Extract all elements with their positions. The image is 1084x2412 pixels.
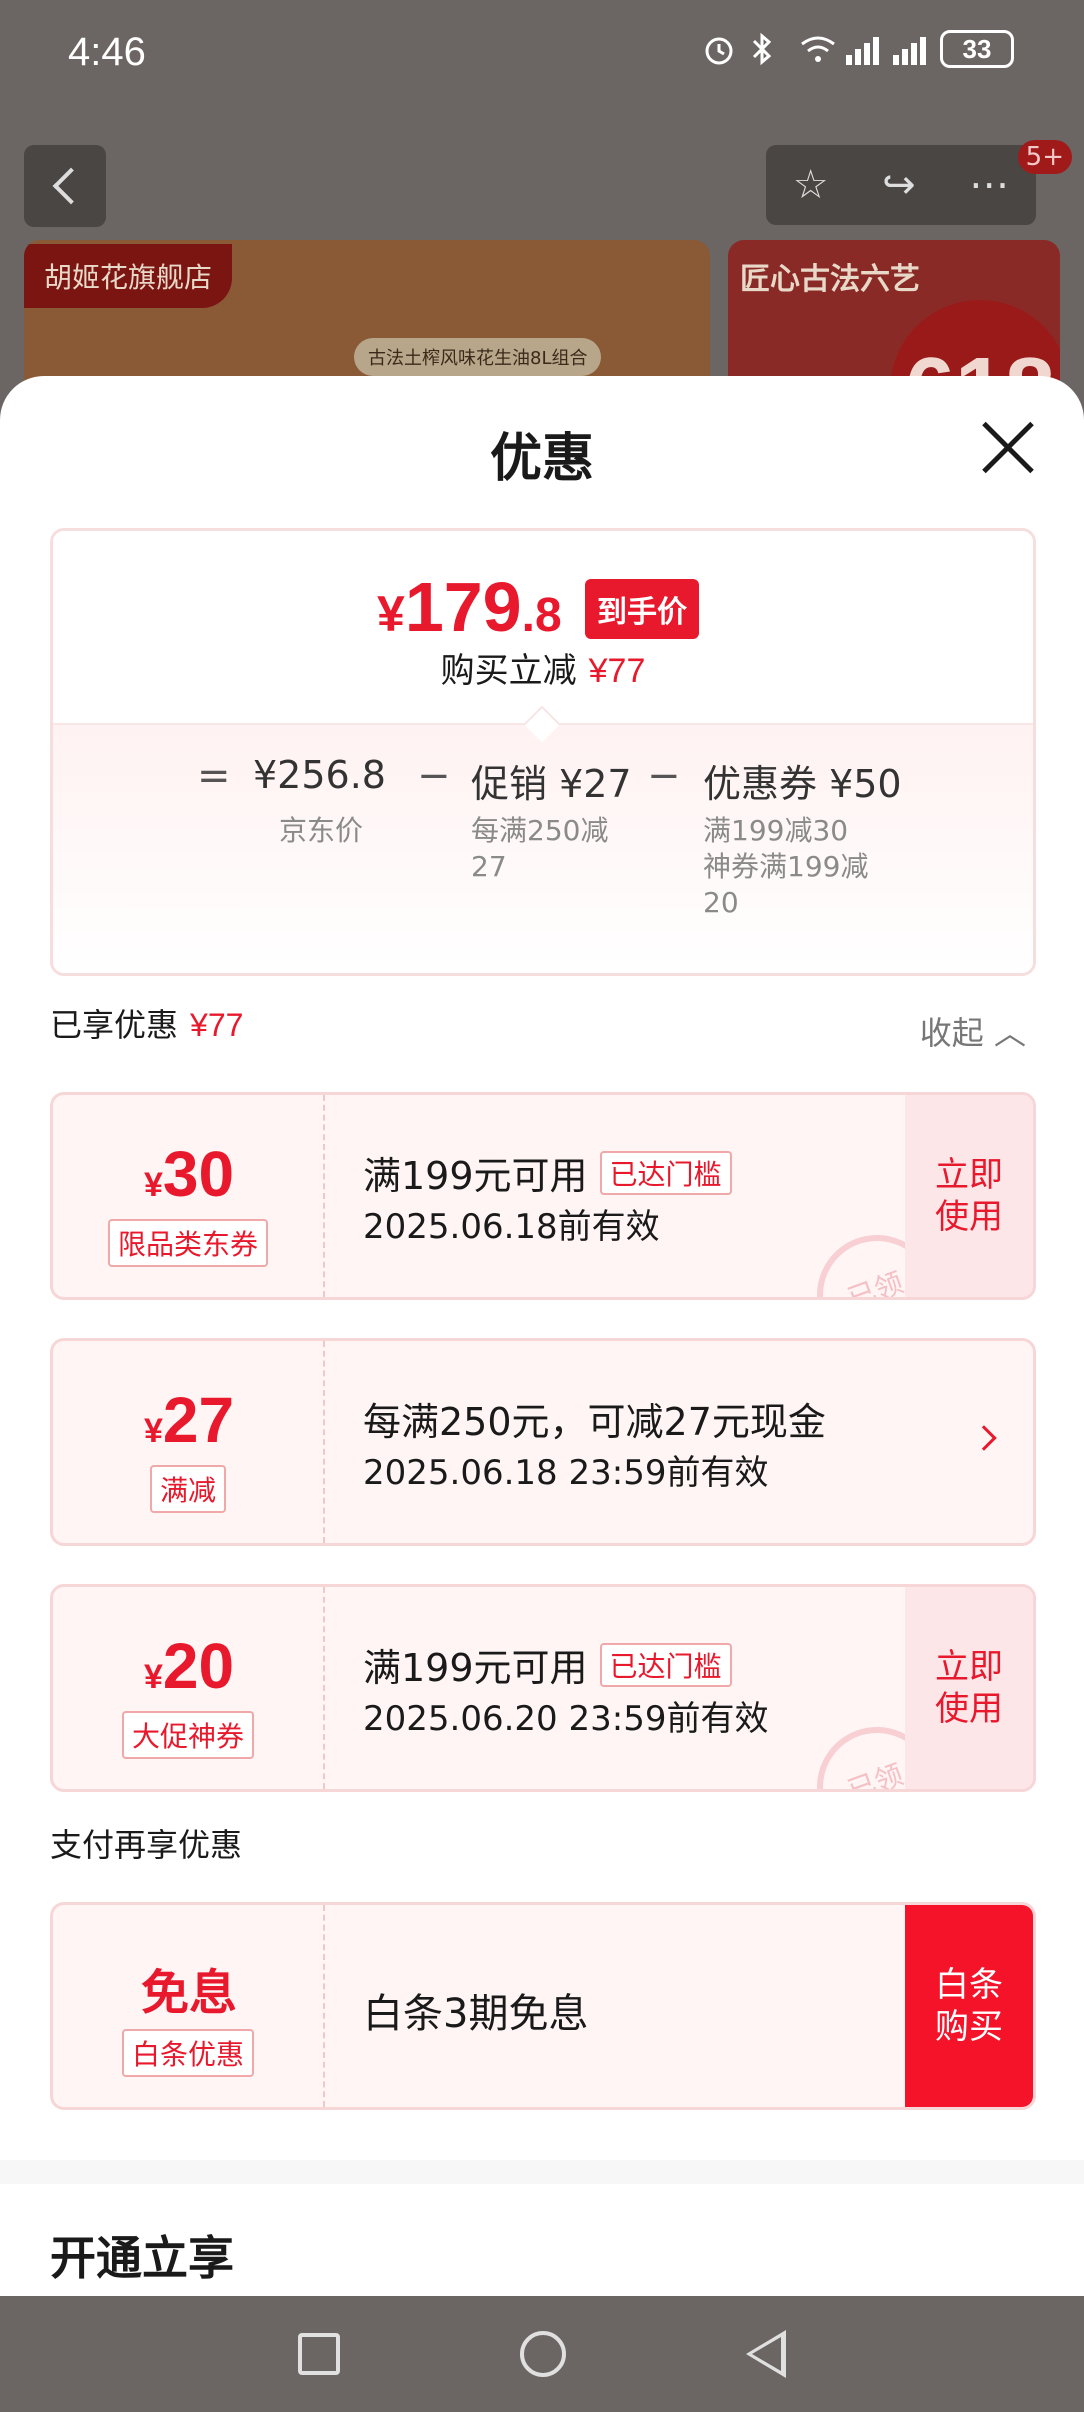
instant-discount: 购买立减 ¥77 [440, 651, 646, 691]
coupon-condition: 满199元可用 已达门槛 [363, 1637, 732, 1692]
use-now-button[interactable]: 立即 使用 [905, 1587, 1033, 1789]
more-icon[interactable]: ⋯ [969, 162, 1009, 208]
status-time: 4:46 [68, 30, 146, 74]
promo-title: 匠心古法六艺 [740, 262, 920, 297]
coupon-card[interactable]: ¥30 限品类东券 满199元可用 已达门槛 2025.06.18前有效 已领 … [50, 1092, 1036, 1300]
status-icons: 33 [702, 30, 1014, 68]
coupon-kind: 大促神券 [121, 1711, 255, 1759]
price-summary: ¥179.8 到手价 购买立减 ¥77 = ¥256.8 京东价 − 促销 ¥27… [50, 528, 1036, 976]
baitiao-buy-button[interactable]: 白条 购买 [905, 1905, 1033, 2107]
promotion-condition: 每满250元，可减27元现金 [363, 1400, 826, 1444]
coupon-left: ¥30 限品类东券 [53, 1095, 325, 1297]
baitiao-title: 免息 [140, 1967, 237, 2020]
share-icon[interactable]: ↪ [882, 162, 916, 208]
promotion-value: 促销 ¥27 [471, 762, 632, 806]
system-nav-bar [0, 2296, 1084, 2412]
baitiao-kind: 白条优惠 [121, 2029, 255, 2077]
section-divider [0, 2160, 1084, 2184]
promotion-amount: ¥27 [143, 1384, 235, 1456]
alarm-icon [702, 32, 736, 66]
coupon-card[interactable]: ¥20 大促神券 满199元可用 已达门槛 2025.06.20 23:59前有… [50, 1584, 1036, 1792]
use-now-button[interactable]: 立即 使用 [905, 1095, 1033, 1297]
jd-price-label: 京东价 [279, 814, 364, 847]
promotion-card[interactable]: ¥27 满减 每满250元，可减27元现金 2025.06.18 23:59前有… [50, 1338, 1036, 1546]
coupon-label-1: 满199减30 [703, 814, 849, 847]
close-icon[interactable] [978, 418, 1038, 478]
chevron-right-icon[interactable] [971, 1425, 997, 1451]
signal-icon [846, 33, 879, 65]
minus-sign-2: − [647, 753, 681, 799]
payment-section-label: 支付再享优惠 [50, 1826, 243, 1864]
promotion-label-1: 每满250减 [471, 814, 609, 847]
promotion-kind: 满减 [149, 1465, 227, 1513]
coupon-amount: ¥30 [143, 1138, 235, 1210]
coupon-amount: ¥20 [143, 1630, 235, 1702]
baitiao-left: 免息 白条优惠 [53, 1905, 325, 2107]
top-actions: ☆ ↪ ⋯ [766, 145, 1036, 225]
equals-sign: = [197, 753, 231, 799]
bluetooth-icon [750, 32, 784, 66]
promotion-date: 2025.06.18 23:59前有效 [363, 1453, 769, 1493]
back-button[interactable] [24, 145, 106, 227]
baitiao-desc: 白条3期免息 [363, 1991, 589, 2037]
coupon-left: ¥20 大促神券 [53, 1587, 325, 1789]
final-price-tag: 到手价 [585, 579, 699, 639]
threshold-tag: 已达门槛 [599, 1150, 732, 1195]
store-name: 胡姬花旗舰店 [24, 244, 233, 308]
promotion-left: ¥27 满减 [53, 1341, 325, 1543]
wifi-icon [798, 32, 835, 66]
home-icon[interactable] [520, 2331, 566, 2377]
member-title: 开通立享 [50, 2231, 234, 2285]
product-subtitle: 古法土榨风味花生油8L组合 [354, 338, 602, 376]
coupon-label-3: 20 [703, 886, 739, 919]
back-icon[interactable] [746, 2330, 786, 2378]
signal-2-icon [893, 33, 926, 65]
background-product-page: 4:46 33 ☆ ↪ ⋯ 5+ 胡姬花旗舰店 古法土榨风味花生油8L组合 匠心… [0, 0, 1084, 440]
sheet-title: 优惠 [489, 429, 594, 489]
chevron-up-icon: ︿ [993, 1014, 1026, 1052]
coupon-label-2: 神券满199减 [703, 850, 869, 883]
jd-price-value: ¥256.8 [253, 753, 386, 797]
coupon-date: 2025.06.20 23:59前有效 [363, 1699, 769, 1739]
recents-icon[interactable] [298, 2333, 340, 2375]
enjoyed-discount: 已享优惠 ¥77 [50, 1006, 244, 1044]
battery-icon: 33 [940, 30, 1014, 68]
promotion-label-2: 27 [471, 850, 507, 883]
minus-sign: − [417, 753, 451, 799]
threshold-tag: 已达门槛 [599, 1642, 732, 1687]
coupon-condition: 满199元可用 已达门槛 [363, 1145, 732, 1200]
final-price: ¥179.8 [377, 568, 562, 646]
coupon-value: 优惠券 ¥50 [703, 762, 902, 806]
coupon-kind: 限品类东券 [107, 1219, 269, 1267]
notification-badge: 5+ [1017, 140, 1072, 174]
coupon-date: 2025.06.18前有效 [363, 1207, 660, 1247]
star-icon[interactable]: ☆ [793, 162, 829, 208]
collapse-button[interactable]: 收起 ︿ [920, 1008, 1026, 1054]
status-bar: 4:46 33 [0, 0, 1084, 110]
baitiao-card[interactable]: 免息 白条优惠 白条3期免息 白条 购买 [50, 1902, 1036, 2110]
discount-sheet: 优惠 ¥179.8 到手价 购买立减 ¥77 = ¥256.8 京东价 − 促销 … [0, 376, 1084, 2296]
summary-top: ¥179.8 到手价 购买立减 ¥77 [53, 531, 1033, 723]
